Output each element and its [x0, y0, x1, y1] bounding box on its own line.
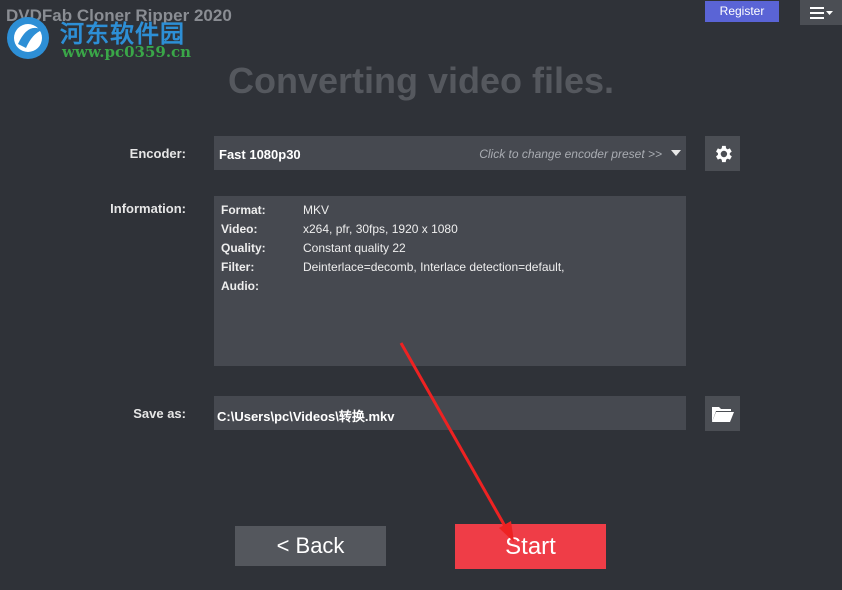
- annotation-arrow: [399, 342, 514, 542]
